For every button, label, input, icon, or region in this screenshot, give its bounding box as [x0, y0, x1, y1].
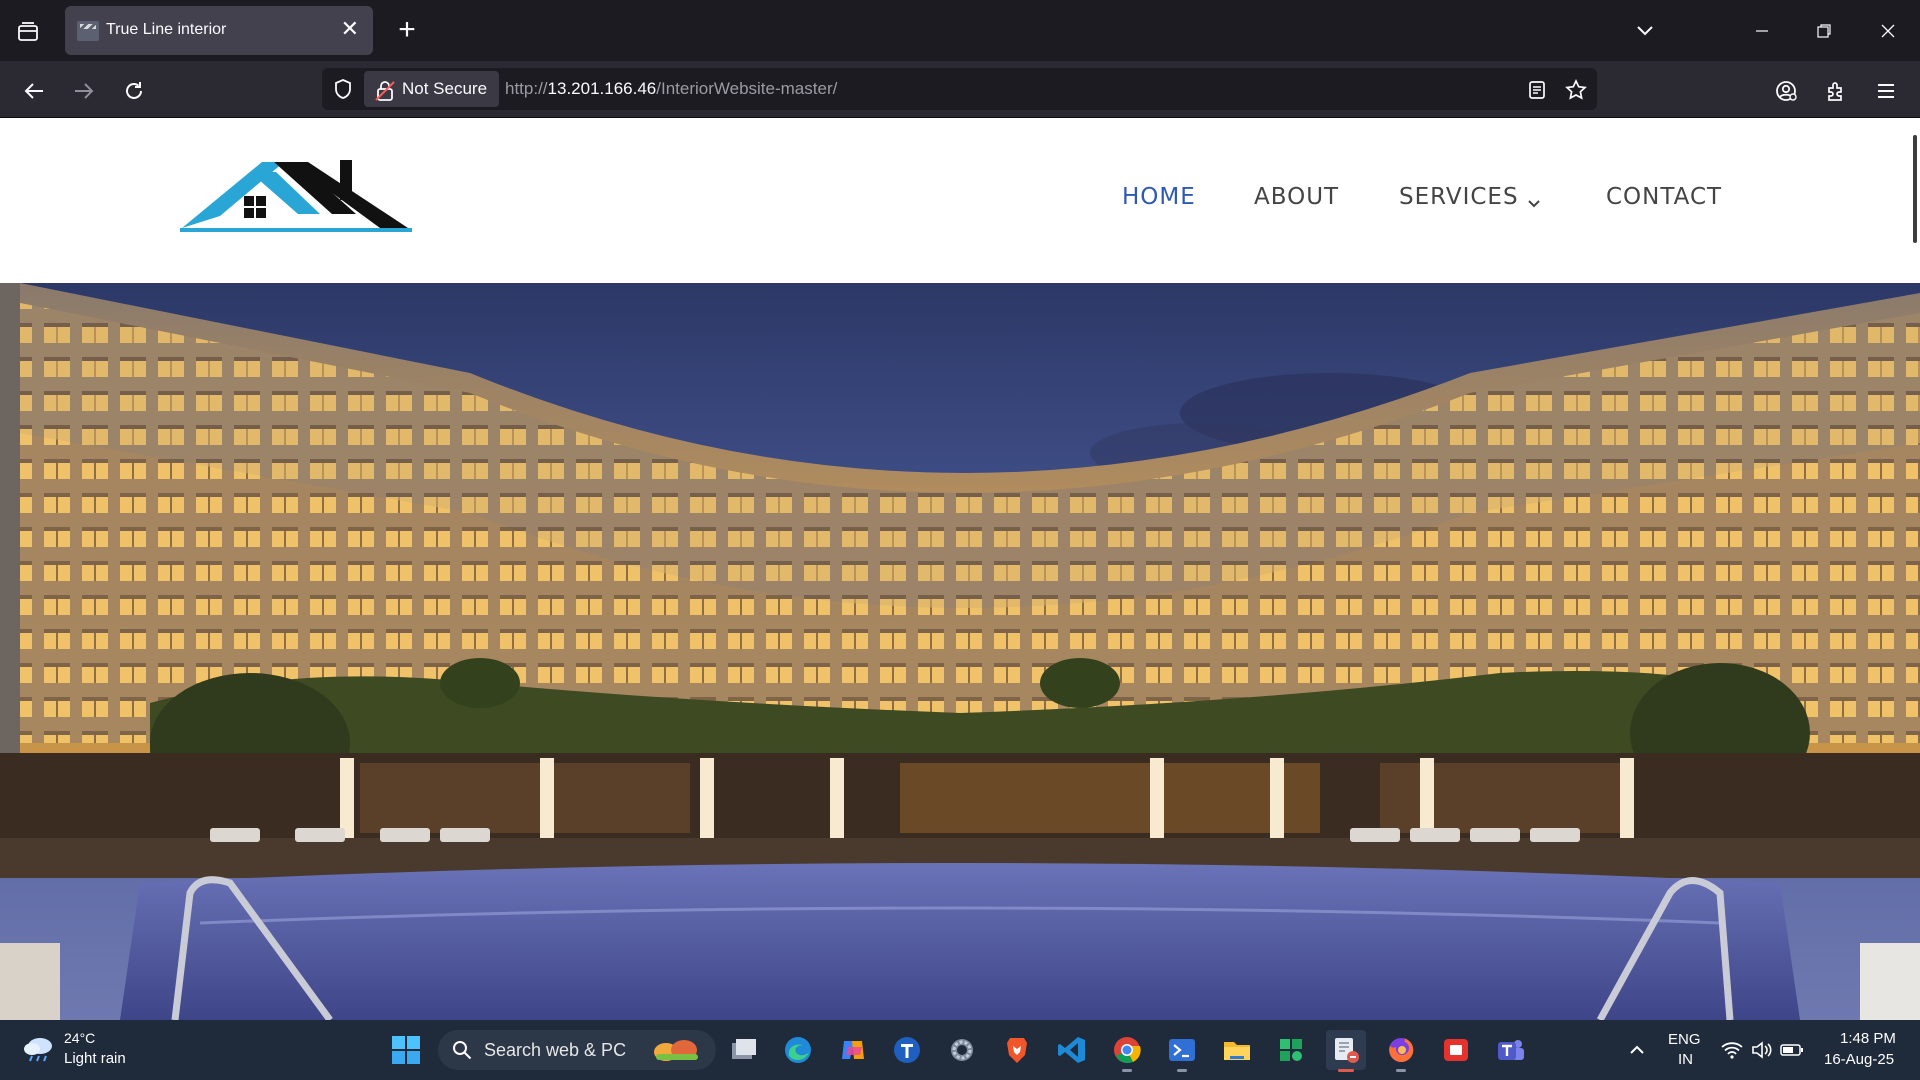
not-secure-badge[interactable]: Not Secure: [364, 71, 500, 107]
active-indicator: [1338, 1069, 1354, 1072]
windows-start-icon[interactable]: [386, 1030, 426, 1070]
insecure-lock-icon: [375, 79, 395, 101]
chrome-icon[interactable]: [1107, 1030, 1147, 1072]
task-view-icon[interactable]: [724, 1030, 764, 1070]
url-path: /InteriorWebsite-master/: [656, 79, 838, 98]
tab-favicon-icon: [77, 21, 99, 41]
brave-icon[interactable]: [997, 1030, 1037, 1070]
edge-icon[interactable]: [778, 1030, 818, 1070]
browser-tab-bar: True Line interior ✕ +: [0, 0, 1920, 61]
account-icon[interactable]: [1768, 73, 1804, 109]
tab-overview-icon[interactable]: [8, 14, 48, 50]
settings-icon[interactable]: [942, 1030, 982, 1070]
nav-home-link[interactable]: HOME: [1122, 184, 1196, 210]
t-app-icon[interactable]: [887, 1030, 927, 1070]
language-region[interactable]: IN: [1678, 1051, 1693, 1068]
hero-image: [0, 283, 1920, 1020]
snipping-tool-icon[interactable]: [1326, 1030, 1366, 1072]
tab-title: True Line interior: [106, 21, 227, 38]
url-host: 13.201.166.46: [547, 79, 657, 98]
tab-list-chevron-icon[interactable]: [1630, 16, 1660, 46]
weather-temperature: 24°C: [64, 1030, 96, 1046]
weather-description: Light rain: [64, 1050, 126, 1067]
clock-time[interactable]: 1:48 PM: [1840, 1030, 1896, 1047]
extensions-puzzle-icon[interactable]: [1818, 73, 1854, 109]
reader-view-icon[interactable]: [1523, 76, 1551, 104]
green-app-icon[interactable]: [1271, 1030, 1311, 1070]
search-icon: [452, 1040, 472, 1060]
tab-close-icon[interactable]: ✕: [341, 18, 359, 40]
back-arrow-icon[interactable]: [16, 73, 52, 109]
windows-taskbar: 24°C Light rain Search web & PC ENG IN 1…: [0, 1020, 1920, 1080]
running-indicator: [1177, 1069, 1187, 1072]
site-logo[interactable]: [180, 154, 412, 234]
nav-contact-link[interactable]: CONTACT: [1606, 184, 1722, 210]
browser-nav-bar: Not Secure http://13.201.166.46/Interior…: [0, 61, 1920, 118]
nav-about-link[interactable]: ABOUT: [1254, 184, 1339, 210]
terminal-icon[interactable]: [1162, 1030, 1202, 1072]
reload-icon[interactable]: [116, 73, 152, 109]
bookmark-star-icon[interactable]: [1562, 76, 1590, 104]
nav-services-dropdown[interactable]: SERVICES: [1399, 184, 1541, 210]
file-explorer-icon[interactable]: [1217, 1030, 1257, 1070]
weather-rain-cloud-icon[interactable]: [22, 1034, 56, 1064]
restore-icon[interactable]: [1802, 14, 1846, 48]
copilot-icon[interactable]: [833, 1030, 873, 1070]
forward-arrow-icon[interactable]: [66, 73, 102, 109]
close-window-icon[interactable]: [1866, 14, 1910, 48]
vscode-icon[interactable]: [1052, 1030, 1092, 1070]
url-bar[interactable]: Not Secure http://13.201.166.46/Interior…: [322, 68, 1597, 110]
running-indicator: [1396, 1069, 1406, 1072]
battery-icon[interactable]: [1780, 1038, 1804, 1062]
show-hidden-icons-chevron-icon[interactable]: [1625, 1038, 1649, 1062]
search-placeholder: Search web & PC: [484, 1040, 627, 1060]
browser-tab[interactable]: True Line interior ✕: [65, 6, 373, 55]
chevron-down-icon: [1527, 191, 1541, 207]
url-prefix: http://: [505, 79, 548, 98]
app-menu-icon[interactable]: [1868, 73, 1904, 109]
firefox-icon[interactable]: [1381, 1030, 1421, 1072]
nav-services-label: SERVICES: [1399, 184, 1519, 210]
teams-icon[interactable]: [1491, 1030, 1531, 1070]
language-code[interactable]: ENG: [1668, 1031, 1701, 1048]
volume-icon[interactable]: [1750, 1038, 1774, 1062]
url-text[interactable]: http://13.201.166.46/InteriorWebsite-mas…: [505, 79, 837, 99]
page-scrollbar[interactable]: [1913, 135, 1917, 243]
tracking-protection-shield-icon[interactable]: [330, 76, 356, 102]
running-indicator: [1122, 1069, 1132, 1072]
minimize-icon[interactable]: [1740, 14, 1784, 48]
wifi-icon[interactable]: [1720, 1038, 1744, 1062]
red-app-icon[interactable]: [1436, 1030, 1476, 1070]
clock-date[interactable]: 16-Aug-25: [1824, 1051, 1894, 1068]
search-highlight-icon: [650, 1036, 704, 1064]
not-secure-label: Not Secure: [402, 79, 488, 98]
taskbar-search-box[interactable]: Search web & PC: [438, 1030, 716, 1070]
site-header: HOME ABOUT SERVICES CONTACT: [0, 118, 1920, 283]
new-tab-button[interactable]: +: [390, 14, 424, 48]
